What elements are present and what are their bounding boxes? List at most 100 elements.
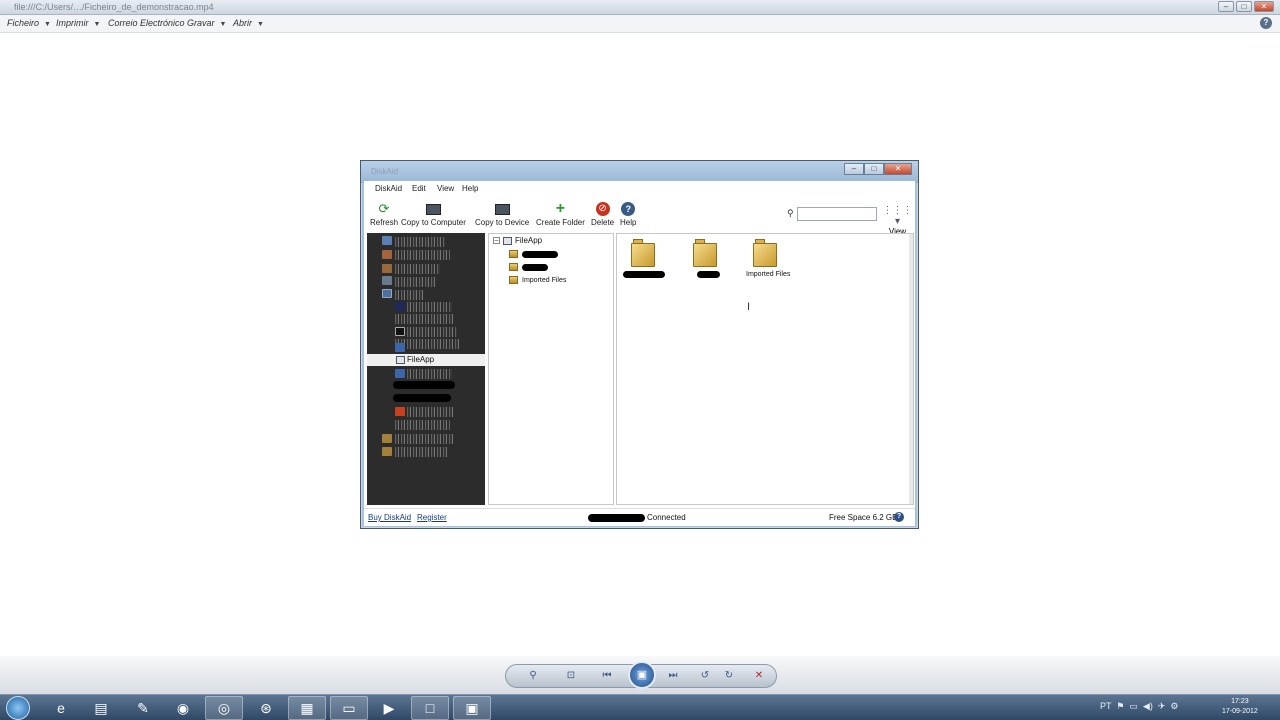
app-icon[interactable]: □: [411, 696, 449, 720]
tree-item[interactable]: [407, 302, 452, 312]
app-menu-view[interactable]: View: [437, 184, 454, 193]
tree-item[interactable]: [407, 407, 455, 417]
minimize-button[interactable]: –: [1218, 1, 1234, 12]
collapse-icon[interactable]: –: [493, 237, 500, 244]
help-icon[interactable]: ?: [1260, 17, 1272, 29]
folder-label: Imported Files: [746, 271, 791, 278]
rotate-right-icon[interactable]: ↻: [720, 669, 738, 683]
device-icon: [382, 236, 392, 245]
device-tree[interactable]: FileApp: [367, 233, 485, 505]
menu-ficheiro[interactable]: Ficheiro ▼: [7, 18, 51, 28]
menu-gravar[interactable]: Gravar ▼: [187, 18, 226, 28]
scrollbar[interactable]: [909, 234, 913, 504]
app-window-controls: – □ ✕: [844, 163, 912, 175]
viewer-controls: ⚲ ⊡ ⏮ ▣ ⏭ ↺ ↻ ✕: [505, 661, 777, 689]
previous-icon[interactable]: ⏮: [598, 669, 616, 683]
app-minimize-button[interactable]: –: [844, 163, 864, 175]
tree-item[interactable]: [395, 420, 450, 430]
free-space-label: Free Space 6.2 GB: [829, 513, 898, 522]
tree-item[interactable]: [395, 447, 447, 457]
computer-icon: [425, 201, 441, 217]
menu-imprimir[interactable]: Imprimir ▼: [56, 18, 100, 28]
app-menu-edit[interactable]: Edit: [412, 184, 426, 193]
app-icon: [382, 276, 392, 285]
redaction-bar: [623, 271, 665, 278]
app-close-button[interactable]: ✕: [884, 163, 912, 175]
file-view[interactable]: Imported Files: [616, 233, 914, 505]
delete-icon[interactable]: ✕: [750, 669, 768, 683]
folder-tree-root[interactable]: FileApp: [503, 236, 542, 245]
copy-to-device-button[interactable]: Copy to Device: [475, 201, 529, 227]
tree-item[interactable]: [395, 237, 445, 247]
info-icon[interactable]: ?: [894, 512, 904, 522]
folder-tree-item[interactable]: [509, 250, 558, 258]
rotate-left-icon[interactable]: ↺: [696, 669, 714, 683]
zoom-icon[interactable]: ⚲: [524, 669, 542, 683]
menu-abrir[interactable]: Abrir ▼: [233, 18, 264, 28]
folder-icon[interactable]: [631, 239, 657, 267]
register-link[interactable]: Register: [417, 513, 447, 522]
maximize-button[interactable]: □: [1236, 1, 1252, 12]
app-icon[interactable]: ⊛: [247, 696, 285, 720]
app-icon: [503, 236, 512, 245]
clock[interactable]: 17:23 17-09-2012: [1222, 697, 1258, 717]
tree-item[interactable]: [407, 327, 457, 337]
chrome-icon[interactable]: ◎: [205, 696, 243, 720]
media-icon[interactable]: ▶: [370, 696, 408, 720]
tree-item[interactable]: [395, 290, 425, 300]
tree-item[interactable]: [395, 314, 455, 324]
app-titlebar: DiskAid – □ ✕: [361, 161, 918, 183]
menu-correio[interactable]: Correio Electrónico: [108, 18, 185, 28]
start-button[interactable]: [6, 696, 30, 720]
copy-to-computer-button[interactable]: Copy to Computer: [401, 201, 466, 227]
search-input[interactable]: [797, 207, 877, 221]
system-tray[interactable]: PT ⚑ ▭ ◀) ✈ ⚙: [1100, 701, 1178, 712]
folder-tree[interactable]: – FileApp Imported Files: [488, 233, 614, 505]
app-maximize-button[interactable]: □: [864, 163, 884, 175]
buy-diskaid-link[interactable]: Buy DiskAid: [368, 513, 411, 522]
view-button[interactable]: ⋮⋮⋮ ▾ View: [880, 205, 915, 236]
redaction-bar: [522, 263, 548, 271]
viewer-menubar: Ficheiro ▼ Imprimir ▼ Correio Electrónico …: [0, 15, 1280, 33]
folder-icon: [382, 264, 392, 273]
app-body: DiskAid Edit View Help ⟳ Refresh Copy to…: [364, 181, 915, 526]
app-window: DiskAid – □ ✕ DiskAid Edit View Help ⟳ R…: [360, 160, 919, 529]
grid-view-icon: ⋮⋮⋮ ▾: [882, 205, 913, 227]
tree-item[interactable]: [395, 434, 455, 444]
app-icon: [395, 343, 405, 352]
plus-icon: +: [555, 200, 566, 217]
slideshow-button[interactable]: ▣: [628, 661, 656, 689]
app-icon[interactable]: ◉: [164, 696, 202, 720]
folder-icon[interactable]: ▭: [330, 696, 368, 720]
app-icon: [395, 327, 405, 336]
app-icon: [395, 407, 405, 416]
tree-item[interactable]: [395, 250, 450, 260]
tree-item[interactable]: [395, 277, 435, 287]
folder-icon[interactable]: [693, 239, 719, 267]
actual-size-icon[interactable]: ⊡: [562, 669, 580, 683]
taskbar: e ▤ ✎ ◉ ◎ ⊛ ▦ ▭ ▶ □ ▣ PT ⚑ ▭ ◀) ✈ ⚙ 17:2…: [0, 694, 1280, 720]
photo-viewer-icon[interactable]: ▣: [453, 696, 491, 720]
refresh-button[interactable]: ⟳ Refresh: [370, 201, 398, 227]
next-icon[interactable]: ⏭: [664, 669, 682, 683]
tree-item-fileapp[interactable]: FileApp: [367, 354, 485, 366]
app-menu-diskaid[interactable]: DiskAid: [375, 184, 402, 193]
app-icon[interactable]: ✎: [124, 696, 162, 720]
tree-item[interactable]: [395, 264, 440, 274]
tree-item[interactable]: [407, 369, 452, 379]
close-button[interactable]: ✕: [1254, 1, 1274, 12]
ie-icon[interactable]: e: [42, 696, 80, 720]
folder-tree-item[interactable]: Imported Files: [509, 276, 566, 284]
app-icon[interactable]: ▦: [288, 696, 326, 720]
status-bar: Buy DiskAid Register Connected Free Spac…: [364, 508, 915, 526]
folder-tree-item[interactable]: [509, 263, 548, 271]
folder-icon: [382, 434, 392, 443]
viewer-titlebar: file:///C:/Users/…/Ficheiro_de_demonstra…: [0, 0, 1280, 15]
delete-button[interactable]: ⊘ Delete: [591, 201, 614, 227]
help-button[interactable]: ? Help: [620, 201, 636, 227]
create-folder-button[interactable]: + Create Folder: [536, 200, 585, 228]
folder-icon[interactable]: [753, 239, 779, 267]
app-menu-help[interactable]: Help: [462, 184, 478, 193]
text-cursor-icon: I: [747, 301, 751, 313]
explorer-icon[interactable]: ▤: [82, 696, 120, 720]
